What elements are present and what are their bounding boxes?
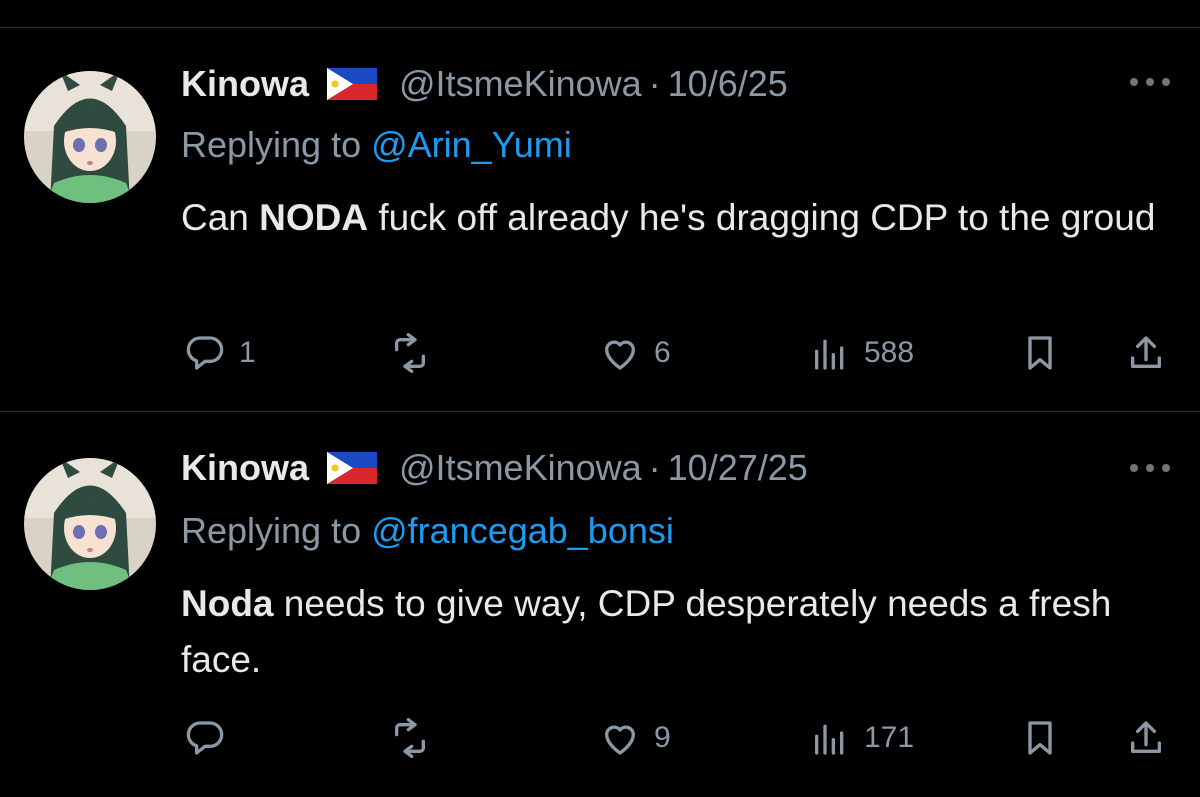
tweet-date[interactable]: 10/27/25 (668, 447, 808, 489)
tweet-header: Kinowa @ItsmeKinowa · 10/27/25 (181, 438, 808, 498)
user-handle[interactable]: @ItsmeKinowa (399, 63, 642, 105)
retweet-button[interactable] (390, 323, 444, 383)
reply-button[interactable] (185, 708, 239, 768)
retweet-button[interactable] (390, 708, 444, 768)
replying-to: Replying to @Arin_Yumi (181, 124, 572, 166)
tweet-header: Kinowa @ItsmeKinowa · 10/6/25 (181, 54, 788, 114)
heart-icon (605, 725, 635, 755)
tweet-text-part: Can (181, 197, 260, 238)
views-button[interactable]: 588 (810, 323, 914, 383)
avatar[interactable] (24, 458, 156, 590)
more-icon[interactable] (1130, 458, 1170, 478)
retweet-icon (395, 718, 425, 758)
tweet[interactable]: Kinowa @ItsmeKinowa · 10/27/25 Replying … (0, 412, 1200, 797)
views-icon (815, 339, 844, 370)
philippines-flag-icon (327, 68, 378, 100)
mention-link[interactable]: @francegab_bonsi (371, 510, 674, 551)
reply-count: 1 (239, 336, 256, 369)
avatar-image (24, 71, 156, 203)
action-bar: 9 171 (0, 708, 1200, 768)
tweet-date[interactable]: 10/6/25 (668, 63, 788, 105)
tweet-text-bold: Noda (181, 583, 274, 624)
retweet-icon (395, 333, 425, 373)
like-count: 6 (654, 336, 671, 369)
bookmark-icon (1028, 721, 1052, 755)
tweet-text-bold: NODA (259, 197, 369, 238)
share-icon (1131, 721, 1161, 753)
separator-dot: · (648, 447, 661, 488)
share-button[interactable] (1126, 323, 1166, 383)
views-button[interactable]: 171 (810, 708, 914, 768)
like-button[interactable]: 9 (600, 708, 671, 768)
display-name[interactable]: Kinowa (181, 63, 309, 105)
mention-link[interactable]: @Arin_Yumi (371, 124, 572, 165)
like-count: 9 (654, 721, 671, 754)
share-icon (1131, 336, 1161, 368)
avatar[interactable] (24, 71, 156, 203)
bookmark-icon (1028, 336, 1052, 370)
view-count: 588 (864, 336, 915, 369)
reply-icon (186, 336, 224, 370)
share-button[interactable] (1126, 708, 1166, 768)
more-icon[interactable] (1130, 72, 1170, 92)
view-count: 171 (864, 721, 915, 754)
heart-icon (605, 340, 635, 370)
reply-icon (186, 721, 224, 755)
replying-prefix: Replying to (181, 124, 372, 165)
avatar-image (24, 458, 156, 590)
tweet-text-part: needs to give way, CDP desperately needs… (181, 583, 1112, 680)
philippines-flag-icon (327, 452, 378, 484)
display-name[interactable]: Kinowa (181, 447, 309, 489)
separator-dot: · (648, 63, 661, 104)
action-bar: 1 6 588 (0, 323, 1200, 383)
tweet-text-part: fuck off already he's dragging CDP to th… (368, 197, 1156, 238)
views-icon (815, 724, 844, 755)
tweet-text: Can NODA fuck off already he's dragging … (181, 190, 1181, 246)
user-handle[interactable]: @ItsmeKinowa (399, 447, 642, 489)
replying-to: Replying to @francegab_bonsi (181, 510, 674, 552)
bookmark-button[interactable] (1020, 708, 1060, 768)
replying-prefix: Replying to (181, 510, 372, 551)
tweet-text: Noda needs to give way, CDP desperately … (181, 576, 1181, 688)
like-button[interactable]: 6 (600, 323, 671, 383)
bookmark-button[interactable] (1020, 323, 1060, 383)
reply-button[interactable]: 1 (185, 323, 256, 383)
tweet[interactable]: Kinowa @ItsmeKinowa · 10/6/25 Replying t… (0, 28, 1200, 413)
